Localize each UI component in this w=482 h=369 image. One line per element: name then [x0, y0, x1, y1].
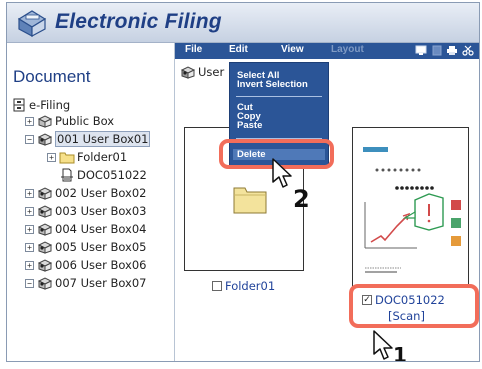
cabinet-icon	[13, 98, 25, 112]
step-number-2: 2	[293, 185, 310, 213]
box-icon	[37, 115, 53, 128]
expand-icon[interactable]: +	[25, 188, 34, 198]
expand-icon[interactable]: +	[25, 260, 34, 270]
collapse-icon[interactable]: −	[25, 134, 34, 144]
document-icon	[432, 45, 442, 56]
tree-item-user-box-07[interactable]: − 007 User Box07	[25, 275, 146, 291]
tree-item-user-box-01[interactable]: − 001 User Box01	[25, 131, 151, 147]
tree-item-label: DOC051022	[77, 168, 147, 182]
mouse-pointer-icon	[373, 330, 393, 360]
collapse-icon[interactable]: −	[25, 278, 34, 288]
menu-separator	[236, 96, 322, 97]
tree-item-label: 003 User Box03	[55, 204, 147, 218]
user-box-icon	[37, 259, 53, 272]
tree-item-label: 004 User Box04	[55, 222, 147, 236]
tree-item-label: Public Box	[55, 114, 115, 128]
tree-item-label: 002 User Box02	[55, 186, 147, 200]
user-box-icon	[37, 133, 53, 146]
tree-item-label: Folder01	[77, 150, 128, 164]
tree-item-public-box[interactable]: + Public Box	[25, 113, 114, 129]
expand-icon[interactable]: +	[25, 206, 34, 216]
user-box-icon	[180, 66, 196, 79]
folder-icon	[59, 152, 75, 164]
expand-icon[interactable]: +	[47, 152, 56, 162]
electronic-filing-window: Electronic Filing File Edit View Layout …	[6, 2, 480, 362]
folder-name: Folder01	[225, 279, 276, 293]
monitor-icon[interactable]	[415, 45, 427, 56]
expand-icon[interactable]: +	[25, 116, 34, 126]
menu-file[interactable]: File	[185, 44, 202, 55]
breadcrumb-label: User	[198, 65, 225, 79]
tree-root-label: e-Filing	[29, 98, 71, 112]
document-thumbnail[interactable]	[352, 127, 469, 287]
menu-layout: Layout	[331, 44, 364, 55]
tree-item-folder01[interactable]: + Folder01	[47, 149, 127, 165]
folder-item-label[interactable]: Folder01	[212, 279, 275, 293]
user-box-icon	[37, 241, 53, 254]
expand-icon[interactable]: +	[25, 224, 34, 234]
breadcrumb: User	[180, 65, 224, 79]
menu-view[interactable]: View	[281, 44, 304, 55]
tree-item-doc051022[interactable]: DOC051022	[59, 167, 147, 183]
menu-bar: File Edit View Layout	[175, 43, 479, 59]
tree-item-user-box-02[interactable]: + 002 User Box02	[25, 185, 146, 201]
panel-title: Document	[13, 67, 91, 86]
title-bar: Electronic Filing	[7, 3, 479, 43]
tree-root[interactable]: e-Filing	[11, 97, 70, 113]
scissors-icon[interactable]	[462, 45, 474, 56]
menu-edit[interactable]: Edit	[229, 44, 248, 55]
tree-item-label: 001 User Box01	[55, 131, 151, 147]
document-highlight-callout	[349, 284, 479, 328]
app-title: Electronic Filing	[55, 10, 222, 33]
scan-preview-image	[363, 147, 461, 273]
printer-icon[interactable]	[446, 45, 458, 56]
tree-item-user-box-04[interactable]: + 004 User Box04	[25, 221, 146, 237]
user-box-icon	[37, 223, 53, 236]
user-box-icon	[37, 205, 53, 218]
expand-icon[interactable]: +	[25, 242, 34, 252]
scanned-document-icon	[61, 168, 73, 182]
mouse-pointer-icon	[272, 158, 292, 188]
folder-icon	[233, 187, 267, 214]
tree-item-user-box-05[interactable]: + 005 User Box05	[25, 239, 146, 255]
tree-item-label: 006 User Box06	[55, 258, 147, 272]
document-tree-panel: Document e-Filing + Public Box − 001 Use…	[7, 43, 175, 361]
folder-checkbox[interactable]	[212, 281, 222, 291]
tree-item-user-box-06[interactable]: + 006 User Box06	[25, 257, 146, 273]
user-box-icon	[37, 277, 53, 290]
e-filing-logo-icon	[17, 10, 47, 37]
tree-item-user-box-03[interactable]: + 003 User Box03	[25, 203, 146, 219]
tree-item-label: 005 User Box05	[55, 240, 147, 254]
step-number-1: 1	[393, 343, 407, 362]
menu-item-invert-selection[interactable]: Invert Selection	[237, 80, 308, 90]
menu-item-paste[interactable]: Paste	[237, 121, 262, 131]
tree-item-label: 007 User Box07	[55, 276, 147, 290]
user-box-icon	[37, 187, 53, 200]
